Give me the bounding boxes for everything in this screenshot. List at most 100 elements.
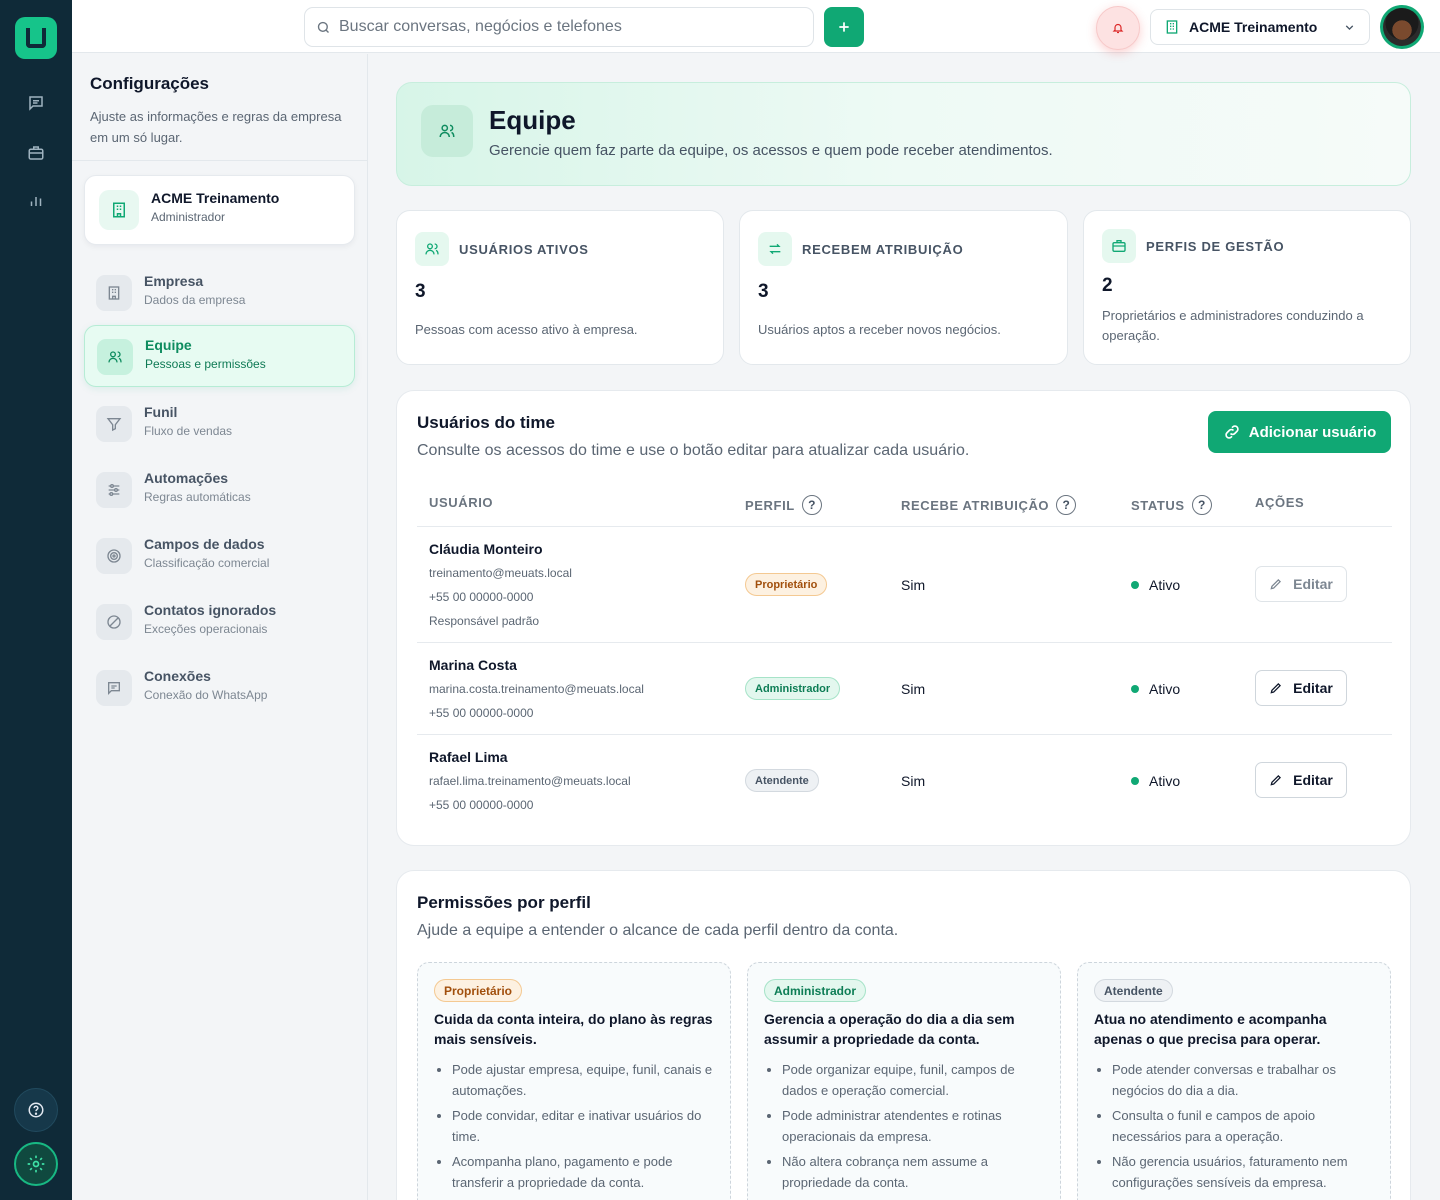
sidebar-item-contatos-ignorados[interactable]: Contatos ignorados Exceções operacionais	[84, 591, 355, 653]
assignment-value: Sim	[901, 681, 926, 697]
stat-description: Usuários aptos a receber novos negócios.	[758, 322, 1001, 337]
help-tooltip-icon[interactable]: ?	[801, 495, 822, 515]
role-badge: Atendente	[1094, 979, 1173, 1002]
plus-icon	[839, 22, 849, 32]
page-title: Equipe	[489, 105, 576, 135]
stat-label: RECEBEM ATRIBUIÇÃO	[802, 242, 964, 257]
building-icon	[99, 190, 139, 230]
profile-card-agent: Atendente Atua no atendimento e acompanh…	[1077, 962, 1391, 1200]
settings-sidebar: Configurações Ajuste as informações e re…	[72, 54, 368, 1200]
card-description: Consulte os acessos do time e use o botã…	[417, 442, 970, 459]
sidebar-item-campos-de-dados[interactable]: Campos de dados Classificação comercial	[84, 525, 355, 587]
top-bar: ACME Treinamento	[72, 0, 1440, 53]
list-item: Pode atender conversas e trabalhar os ne…	[1112, 1059, 1376, 1101]
divider	[417, 734, 1392, 735]
profile-heading: Gerencia a operação do dia a dia sem ass…	[764, 1011, 1015, 1047]
column-header-assignment: RECEBE ATRIBUIÇÃO?	[901, 495, 1077, 515]
link-icon	[1225, 425, 1239, 439]
company-selector[interactable]: ACME Treinamento	[1150, 9, 1370, 45]
user-phone: +55 00 00000-0000	[429, 798, 534, 812]
card-title: Usuários do time	[417, 413, 555, 432]
create-button[interactable]	[824, 7, 864, 47]
sidebar-item-automacoes[interactable]: Automações Regras automáticas	[84, 459, 355, 521]
sidebar-item-empresa[interactable]: Empresa Dados da empresa	[84, 262, 355, 324]
sidebar-item-label: Campos de dados	[144, 536, 265, 552]
user-avatar[interactable]	[1380, 5, 1424, 49]
add-user-label: Adicionar usuário	[1248, 423, 1377, 441]
building-icon	[1164, 19, 1180, 40]
assignment-value: Sim	[901, 773, 926, 789]
briefcase-icon[interactable]	[22, 139, 50, 167]
list-item: Acompanha plano, pagamento e pode transf…	[452, 1151, 716, 1193]
status-dot	[1131, 581, 1139, 589]
role-badge: Administrador	[745, 677, 841, 700]
permission-list: Pode atender conversas e trabalhar os ne…	[1112, 1059, 1376, 1197]
column-header-user: USUÁRIO	[429, 495, 494, 510]
stat-card-management: PERFIS DE GESTÃO 2 Proprietários e admin…	[1083, 210, 1411, 365]
role-badge: Proprietário	[434, 979, 523, 1002]
edit-user-button[interactable]: Editar	[1255, 670, 1347, 706]
user-email: treinamento@meuats.local	[429, 566, 572, 580]
status-badge: Ativo	[1131, 681, 1180, 697]
account-name: ACME Treinamento	[151, 190, 280, 206]
stat-value: 3	[758, 281, 769, 302]
profile-heading: Atua no atendimento e acompanha apenas o…	[1094, 1011, 1327, 1047]
user-phone: +55 00 00000-0000	[429, 706, 534, 720]
account-role: Administrador	[151, 210, 226, 224]
sidebar-item-sub: Fluxo de vendas	[144, 424, 233, 438]
app-logo[interactable]	[15, 17, 57, 59]
list-item: Pode ajustar empresa, equipe, funil, can…	[452, 1059, 716, 1101]
divider	[417, 526, 1392, 527]
list-item: Não gerencia usuários, faturamento nem c…	[1112, 1151, 1376, 1193]
bar-chart-icon[interactable]	[22, 186, 50, 214]
notifications-button[interactable]	[1096, 6, 1140, 50]
search-input[interactable]	[339, 8, 799, 46]
role-badge: Proprietário	[745, 573, 828, 596]
sidebar-item-label: Contatos ignorados	[144, 602, 277, 618]
permissions-card: Permissões por perfil Ajude a equipe a e…	[396, 870, 1411, 1200]
role-badge: Administrador	[764, 979, 867, 1002]
stat-value: 3	[415, 281, 426, 302]
sliders-icon	[96, 472, 132, 508]
settings-gear-icon[interactable]	[14, 1142, 58, 1186]
add-user-button[interactable]: Adicionar usuário	[1208, 411, 1391, 453]
help-tooltip-icon[interactable]: ?	[1056, 495, 1077, 515]
global-search[interactable]	[304, 7, 814, 47]
user-note: Responsável padrão	[429, 614, 540, 628]
help-icon[interactable]	[14, 1088, 58, 1132]
filter-icon	[96, 406, 132, 442]
sidebar-item-conexoes[interactable]: Conexões Conexão do WhatsApp	[84, 657, 355, 719]
team-users-card: Usuários do time Consulte os acessos do …	[396, 390, 1411, 846]
user-email: rafael.lima.treinamento@meuats.local	[429, 774, 631, 788]
account-card: ACME Treinamento Administrador	[84, 175, 355, 245]
stat-label: USUÁRIOS ATIVOS	[459, 242, 589, 257]
user-email: marina.costa.treinamento@meuats.local	[429, 682, 644, 696]
stat-card-active-users: USUÁRIOS ATIVOS 3 Pessoas com acesso ati…	[396, 210, 724, 365]
list-item: Pode organizar equipe, funil, campos de …	[782, 1059, 1046, 1101]
role-badge: Atendente	[745, 769, 819, 792]
sidebar-item-label: Automações	[144, 470, 229, 486]
swap-arrows-icon	[758, 232, 792, 266]
profile-card-admin: Administrador Gerencia a operação do dia…	[747, 962, 1061, 1200]
page-header: Equipe Gerencie quem faz parte da equipe…	[396, 82, 1411, 186]
chat-icon[interactable]	[22, 89, 50, 117]
bell-icon	[1112, 23, 1124, 34]
company-name: ACME Treinamento	[1189, 19, 1318, 35]
pencil-icon	[1270, 579, 1282, 590]
user-phone: +55 00 00000-0000	[429, 590, 534, 604]
help-tooltip-icon[interactable]: ?	[1191, 495, 1212, 515]
sidebar-item-label: Funil	[144, 404, 178, 420]
column-header-actions: AÇÕES	[1255, 495, 1305, 510]
list-item: Não altera cobrança nem assume a proprie…	[782, 1151, 1046, 1193]
edit-user-button[interactable]: Editar	[1255, 762, 1347, 798]
users-icon	[415, 232, 449, 266]
sidebar-item-sub: Pessoas e permissões	[145, 357, 266, 371]
sidebar-item-equipe[interactable]: Equipe Pessoas e permissões	[84, 325, 355, 387]
sidebar-item-funil[interactable]: Funil Fluxo de vendas	[84, 393, 355, 455]
assignment-value: Sim	[901, 577, 926, 593]
sidebar-description: Ajuste as informações e regras da empres…	[90, 109, 342, 145]
edit-user-button[interactable]: Editar	[1255, 566, 1347, 602]
card-title: Permissões por perfil	[417, 893, 591, 912]
app-rail	[0, 0, 72, 1200]
sidebar-item-label: Conexões	[144, 668, 211, 684]
